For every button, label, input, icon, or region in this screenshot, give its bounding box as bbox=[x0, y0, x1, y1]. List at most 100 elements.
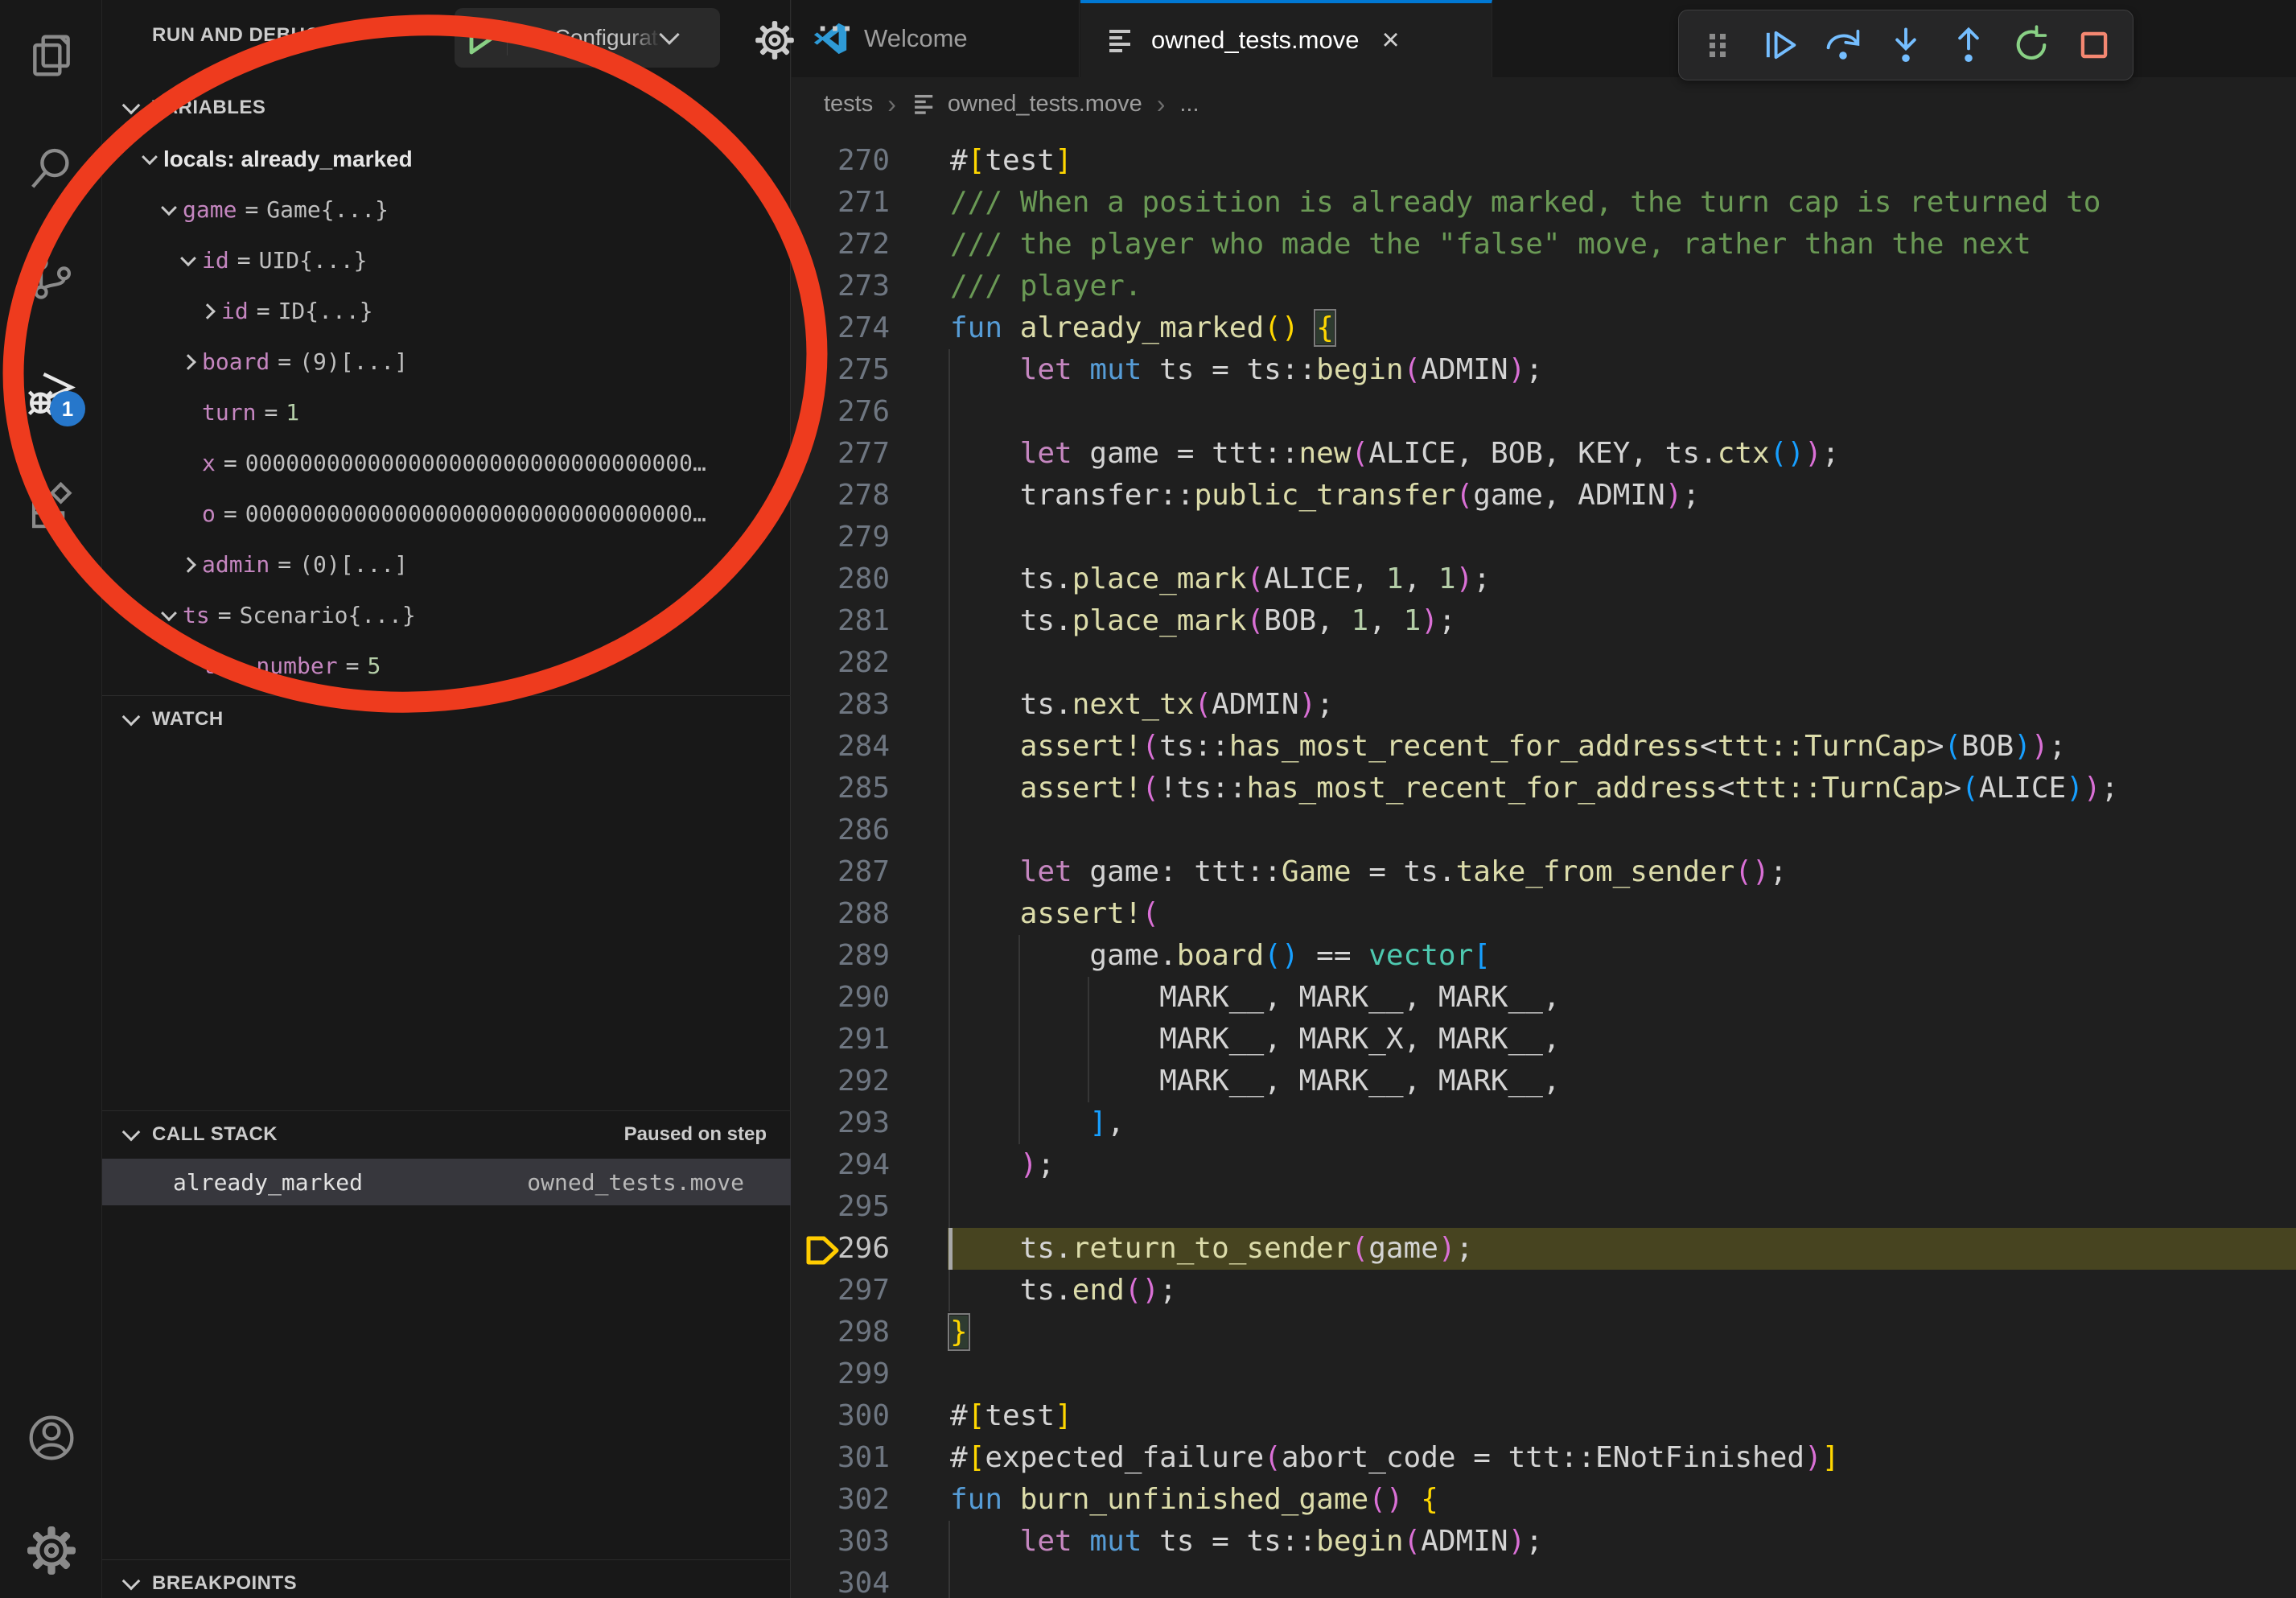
code-line-290[interactable]: 290 MARK__, MARK__, MARK__, bbox=[792, 977, 2296, 1019]
code-text: ts.next_tx(ADMIN); bbox=[950, 684, 1334, 726]
chevron-down-icon[interactable] bbox=[155, 610, 183, 621]
code-line-279[interactable]: 279 bbox=[792, 517, 2296, 558]
watch-section-header[interactable]: WATCH bbox=[102, 697, 791, 742]
step-over-button[interactable] bbox=[1817, 19, 1869, 71]
code-line-294[interactable]: 294 ); bbox=[792, 1144, 2296, 1186]
code-line-285[interactable]: 285 assert!(!ts::has_most_recent_for_add… bbox=[792, 768, 2296, 809]
code-line-276[interactable]: 276 bbox=[792, 391, 2296, 433]
chevron-down-icon[interactable] bbox=[155, 204, 183, 216]
section-divider bbox=[102, 1110, 791, 1111]
variable-name: board bbox=[202, 348, 270, 375]
code-text: game.board() == vector[ bbox=[950, 935, 1491, 977]
code-line-282[interactable]: 282 bbox=[792, 642, 2296, 684]
variables-section-header[interactable]: VARIABLES bbox=[102, 85, 791, 130]
step-out-button[interactable] bbox=[1943, 19, 1994, 71]
variable-row-game[interactable]: game=Game{...} bbox=[102, 184, 791, 235]
chevron-down-icon[interactable] bbox=[136, 154, 163, 165]
breadcrumb-item[interactable]: ... bbox=[1179, 91, 1199, 117]
debug-config-dropdown[interactable]: No Configurat bbox=[455, 8, 720, 68]
code-line-277[interactable]: 277 let game = ttt::new(ALICE, BOB, KEY,… bbox=[792, 433, 2296, 475]
code-line-304[interactable]: 304 bbox=[792, 1563, 2296, 1598]
line-number: 276 bbox=[792, 391, 890, 433]
variable-row-x[interactable]: x=00000000000000000000000000000000000000… bbox=[102, 438, 791, 488]
line-number: 295 bbox=[792, 1186, 890, 1228]
toolbar-drag-handle[interactable] bbox=[1692, 19, 1743, 71]
variable-row-admin[interactable]: admin=(0)[...] bbox=[102, 539, 791, 590]
code-line-297[interactable]: 297 ts.end(); bbox=[792, 1270, 2296, 1312]
call-stack-section-header[interactable]: CALL STACK Paused on step bbox=[102, 1112, 791, 1157]
start-debug-icon[interactable] bbox=[455, 20, 508, 56]
code-line-273[interactable]: 273/// player. bbox=[792, 266, 2296, 307]
code-line-293[interactable]: 293 ], bbox=[792, 1102, 2296, 1144]
variable-row-o[interactable]: o=00000000000000000000000000000000000000… bbox=[102, 488, 791, 539]
explorer-icon[interactable] bbox=[0, 11, 102, 100]
variable-row-ts[interactable]: ts=Scenario{...} bbox=[102, 590, 791, 640]
code-line-287[interactable]: 287 let game: ttt::Game = ts.take_from_s… bbox=[792, 851, 2296, 893]
extensions-icon[interactable] bbox=[0, 460, 102, 549]
code-line-289[interactable]: 289 game.board() == vector[ bbox=[792, 935, 2296, 977]
breadcrumb-item[interactable]: owned_tests.move bbox=[948, 91, 1142, 117]
line-number: 278 bbox=[792, 475, 890, 517]
code-line-270[interactable]: 270#[test] bbox=[792, 140, 2296, 182]
search-icon[interactable] bbox=[0, 124, 102, 212]
account-icon[interactable] bbox=[0, 1394, 102, 1482]
breadcrumb-item[interactable]: tests bbox=[824, 91, 873, 117]
variable-row-board[interactable]: board=(9)[...] bbox=[102, 336, 791, 387]
code-line-300[interactable]: 300#[test] bbox=[792, 1395, 2296, 1437]
code-line-283[interactable]: 283 ts.next_tx(ADMIN); bbox=[792, 684, 2296, 726]
code-line-303[interactable]: 303 let mut ts = ts::begin(ADMIN); bbox=[792, 1521, 2296, 1563]
chevron-right-icon[interactable] bbox=[194, 306, 221, 317]
variable-name: turn bbox=[202, 399, 256, 426]
debug-settings-gear-icon[interactable] bbox=[754, 19, 796, 65]
code-line-302[interactable]: 302fun burn_unfinished_game() { bbox=[792, 1479, 2296, 1521]
code-line-291[interactable]: 291 MARK__, MARK_X, MARK__, bbox=[792, 1019, 2296, 1061]
breakpoints-section-header[interactable]: BREAKPOINTS bbox=[102, 1561, 791, 1598]
code-line-298[interactable]: 298} bbox=[792, 1312, 2296, 1353]
variable-row-txn_number[interactable]: txn_number=5 bbox=[102, 640, 791, 691]
chevron-right-icon[interactable] bbox=[175, 559, 202, 570]
code-line-295[interactable]: 295 bbox=[792, 1186, 2296, 1228]
settings-gear-icon[interactable] bbox=[0, 1506, 102, 1595]
line-number: 286 bbox=[792, 809, 890, 851]
tab-owned-tests-move[interactable]: owned_tests.move × bbox=[1080, 0, 1492, 77]
variable-row-scope[interactable]: locals: already_marked bbox=[102, 134, 791, 184]
step-into-button[interactable] bbox=[1880, 19, 1932, 71]
code-line-292[interactable]: 292 MARK__, MARK__, MARK__, bbox=[792, 1061, 2296, 1102]
debug-toolbar bbox=[1678, 10, 2133, 80]
variable-row-turn[interactable]: turn=1 bbox=[102, 387, 791, 438]
code-line-296[interactable]: 296 ts.return_to_sender(game); bbox=[792, 1228, 2296, 1270]
variable-value: 0000000000000000000000000000000000000000 bbox=[245, 450, 712, 476]
code-line-284[interactable]: 284 assert!(ts::has_most_recent_for_addr… bbox=[792, 726, 2296, 768]
restart-button[interactable] bbox=[2006, 19, 2057, 71]
line-number: 283 bbox=[792, 684, 890, 726]
code-line-274[interactable]: 274fun already_marked() { bbox=[792, 307, 2296, 349]
views-more-actions-icon[interactable]: ··· bbox=[818, 11, 855, 47]
code-line-299[interactable]: 299 bbox=[792, 1353, 2296, 1395]
continue-button[interactable] bbox=[1755, 19, 1806, 71]
code-text: ); bbox=[950, 1144, 1055, 1186]
code-line-286[interactable]: 286 bbox=[792, 809, 2296, 851]
code-line-281[interactable]: 281 ts.place_mark(BOB, 1, 1); bbox=[792, 600, 2296, 642]
code-line-278[interactable]: 278 transfer::public_transfer(game, ADMI… bbox=[792, 475, 2296, 517]
source-control-icon[interactable] bbox=[0, 233, 102, 322]
close-icon[interactable]: × bbox=[1381, 23, 1399, 58]
code-line-288[interactable]: 288 assert!( bbox=[792, 893, 2296, 935]
run-and-debug-icon[interactable]: 1 bbox=[0, 348, 102, 436]
code-line-301[interactable]: 301#[expected_failure(abort_code = ttt::… bbox=[792, 1437, 2296, 1479]
code-line-272[interactable]: 272/// the player who made the "false" m… bbox=[792, 224, 2296, 266]
variable-value: UID{...} bbox=[259, 247, 368, 274]
sidebar-title: RUN AND DEBUG bbox=[152, 24, 321, 47]
chevron-down-icon[interactable] bbox=[175, 255, 202, 266]
code-line-275[interactable]: 275 let mut ts = ts::begin(ADMIN); bbox=[792, 349, 2296, 391]
variable-row-id[interactable]: id=ID{...} bbox=[102, 286, 791, 336]
code-line-280[interactable]: 280 ts.place_mark(ALICE, 1, 1); bbox=[792, 558, 2296, 600]
chevron-right-icon[interactable] bbox=[175, 356, 202, 368]
frame-file-name: owned_tests.move bbox=[527, 1169, 744, 1196]
chevron-down-icon bbox=[659, 24, 679, 44]
breadcrumb-separator: › bbox=[887, 89, 896, 119]
stop-button[interactable] bbox=[2068, 19, 2120, 71]
code-line-271[interactable]: 271/// When a position is already marked… bbox=[792, 182, 2296, 224]
line-number: 271 bbox=[792, 182, 890, 224]
variable-row-id[interactable]: id=UID{...} bbox=[102, 235, 791, 286]
call-stack-frame[interactable]: already_marked owned_tests.move bbox=[102, 1159, 791, 1205]
